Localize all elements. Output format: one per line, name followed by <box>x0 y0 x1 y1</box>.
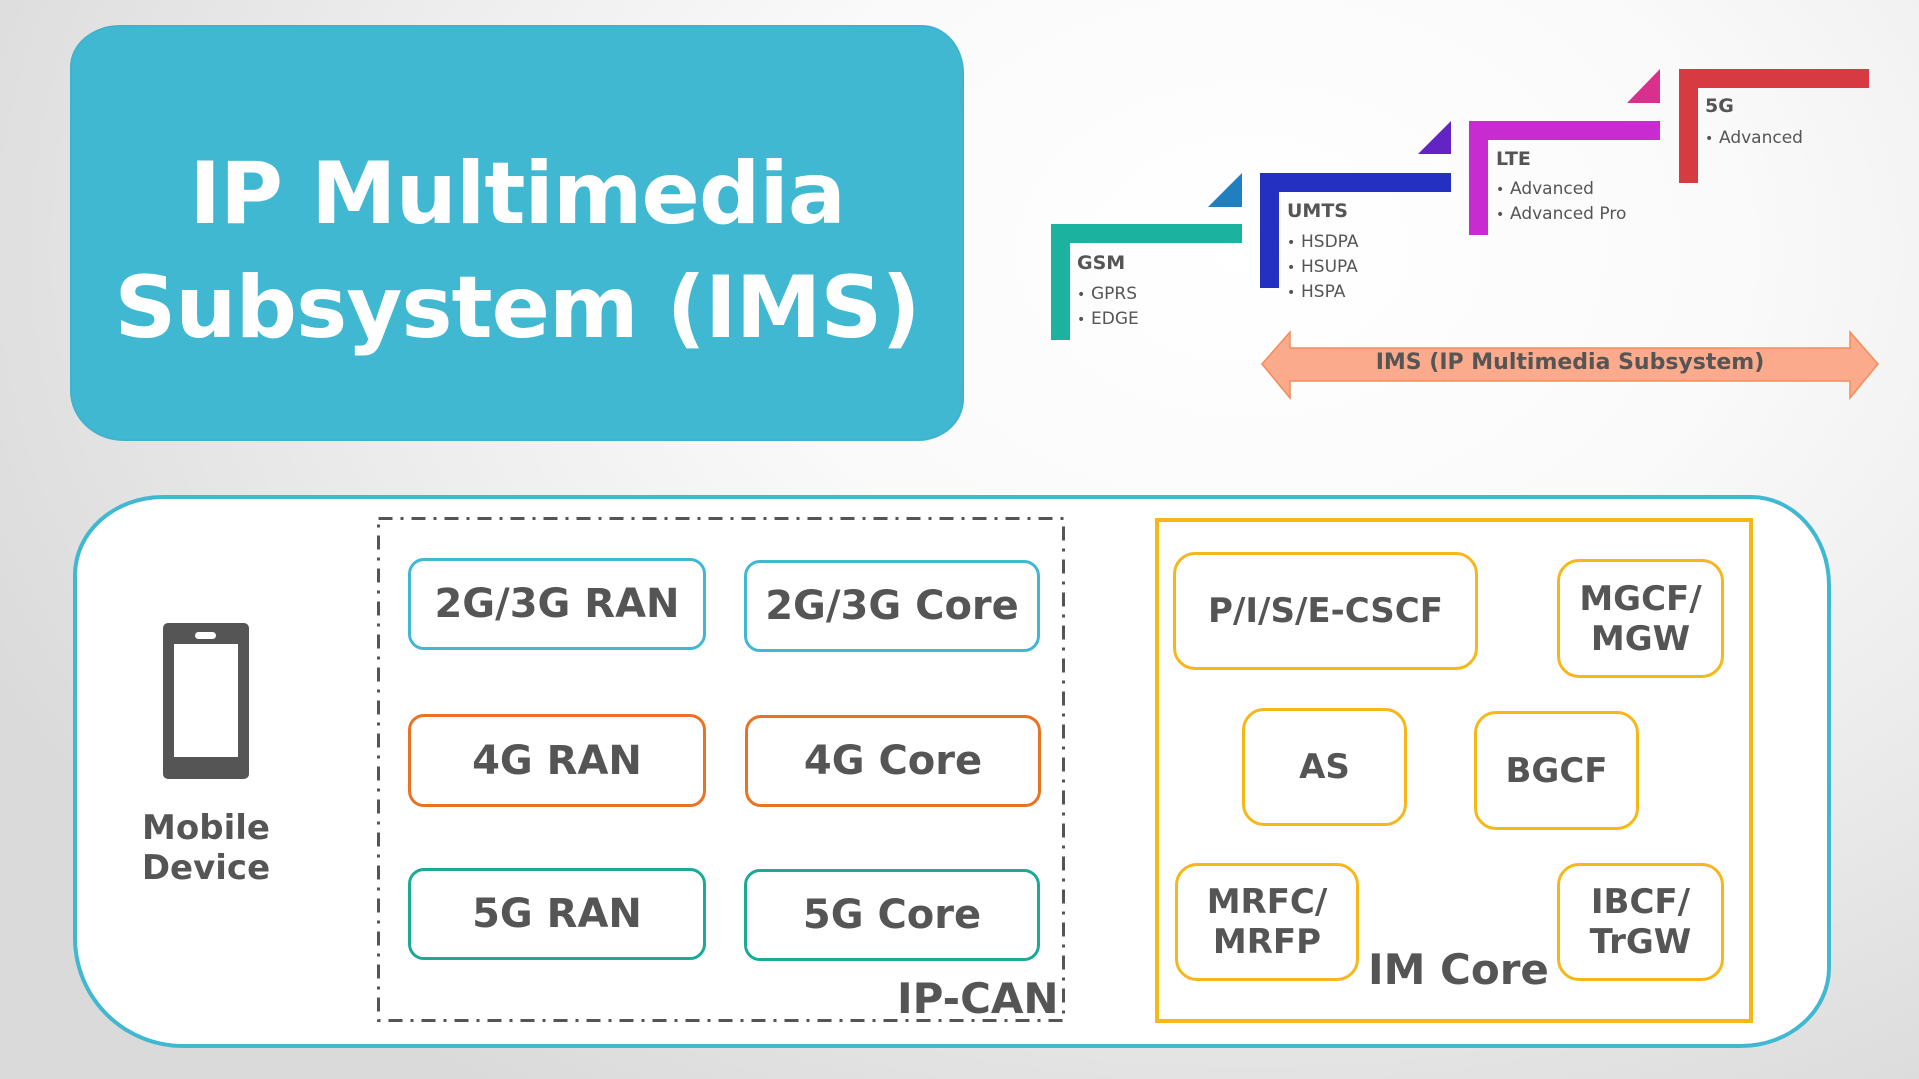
mobile-device-label: Mobile Device <box>120 808 292 888</box>
gsm-item: EDGE <box>1077 307 1139 332</box>
mobile-phone-icon <box>163 623 249 779</box>
node-4g-ran[interactable]: 4G RAN <box>408 714 706 807</box>
node-4g-core[interactable]: 4G Core <box>745 715 1041 807</box>
gsm-bracket-side <box>1051 224 1070 340</box>
umts-step-triangle <box>1418 121 1451 154</box>
node-5g-ran[interactable]: 5G RAN <box>408 868 706 960</box>
node-5g-core[interactable]: 5G Core <box>744 869 1040 961</box>
lte-item: Advanced <box>1496 177 1626 202</box>
node-label: 2G/3G Core <box>765 583 1019 629</box>
node-label: AS <box>1299 747 1350 787</box>
page-title: IP Multimedia Subsystem (IMS) <box>72 137 962 365</box>
node-mrfc-mrfp[interactable]: MRFC/MRFP <box>1175 863 1359 981</box>
5g-items: Advanced <box>1705 126 1803 151</box>
5g-item: Advanced <box>1705 126 1803 151</box>
node-label-line2: MRFP <box>1212 922 1322 962</box>
ip-can-label: IP-CAN <box>897 974 1059 1023</box>
node-2g3g-core[interactable]: 2G/3G Core <box>744 560 1040 652</box>
title-line-2: Subsystem (IMS) <box>114 258 920 358</box>
lte-step-triangle <box>1627 69 1660 103</box>
gsm-items: GPRS EDGE <box>1077 282 1139 332</box>
lte-item: Advanced Pro <box>1496 202 1626 227</box>
lte-bracket-side <box>1469 121 1488 235</box>
node-label: 5G RAN <box>472 891 642 937</box>
node-ibcf-trgw[interactable]: IBCF/TrGW <box>1557 863 1724 981</box>
node-as[interactable]: AS <box>1242 708 1407 826</box>
title-line-1: IP Multimedia <box>189 144 846 244</box>
node-mgcf-mgw[interactable]: MGCF/MGW <box>1557 559 1724 678</box>
gsm-step-triangle <box>1208 173 1242 207</box>
node-2g3g-ran[interactable]: 2G/3G RAN <box>408 558 706 650</box>
gsm-title: GSM <box>1077 252 1126 274</box>
lte-title: LTE <box>1496 148 1531 170</box>
node-label-line1: MRFC/ <box>1206 882 1328 922</box>
umts-bracket-top <box>1260 173 1451 192</box>
node-label-line1: MGCF/ <box>1579 578 1702 619</box>
gsm-item: GPRS <box>1077 282 1139 307</box>
mobile-device-label-line2: Device <box>141 848 271 888</box>
ims-arrow-label: IMS (IP Multimedia Subsystem) <box>1375 350 1765 375</box>
node-cscf[interactable]: P/I/S/E-CSCF <box>1173 552 1478 670</box>
phone-screen <box>174 644 238 757</box>
node-label-line2: MGW <box>1590 618 1691 659</box>
node-label: 2G/3G RAN <box>434 581 680 627</box>
umts-items: HSDPA HSUPA HSPA <box>1287 230 1358 305</box>
node-label-line1: IBCF/ <box>1590 882 1691 922</box>
node-label: P/I/S/E-CSCF <box>1208 591 1443 631</box>
node-label: 4G RAN <box>472 737 642 784</box>
gsm-bracket-top <box>1051 224 1242 243</box>
node-label: 5G Core <box>802 892 982 938</box>
im-core-label: IM Core <box>1368 945 1549 994</box>
umts-item: HSPA <box>1287 280 1358 305</box>
5g-bracket-side <box>1679 69 1698 183</box>
node-label-line2: TrGW <box>1589 922 1692 962</box>
phone-speaker <box>195 632 216 639</box>
node-label: BGCF <box>1505 750 1608 791</box>
umts-item: HSUPA <box>1287 255 1358 280</box>
lte-bracket-top <box>1469 121 1660 140</box>
5g-title: 5G <box>1705 95 1734 117</box>
title-card: IP Multimedia Subsystem (IMS) <box>72 27 962 439</box>
5g-bracket-top <box>1679 69 1869 88</box>
node-label: 4G Core <box>803 738 983 784</box>
umts-item: HSDPA <box>1287 230 1358 255</box>
umts-bracket-side <box>1260 173 1279 288</box>
umts-title: UMTS <box>1287 200 1348 222</box>
mobile-device-label-line1: Mobile <box>142 808 270 848</box>
lte-items: Advanced Advanced Pro <box>1496 177 1626 227</box>
node-bgcf[interactable]: BGCF <box>1474 711 1639 830</box>
